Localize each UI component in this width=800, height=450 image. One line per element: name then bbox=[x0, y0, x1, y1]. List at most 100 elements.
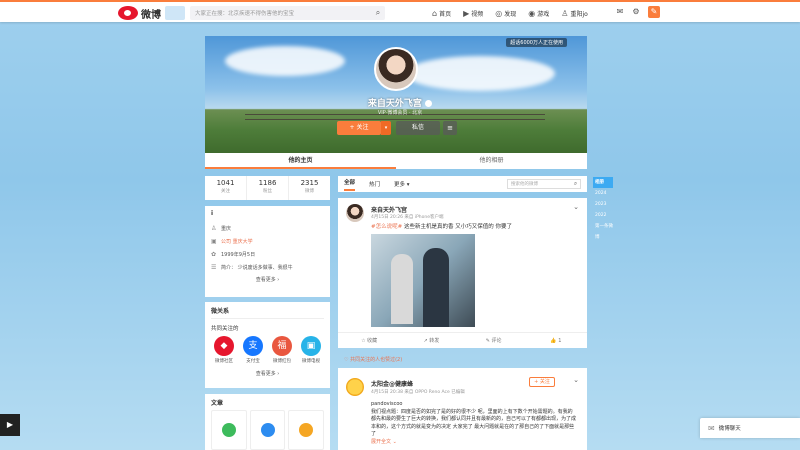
app-icon: 支 bbox=[243, 336, 263, 356]
nav-video[interactable]: ▶ 视频 bbox=[463, 9, 483, 18]
banner-tag[interactable]: 超话6000万人正在使用 bbox=[506, 38, 567, 47]
article-title: 文章 bbox=[211, 400, 224, 407]
app-list: ◆ 微博社区 支支付宝 福微博红包 ▣ 微博电视 bbox=[211, 336, 324, 364]
filter-hot[interactable]: 热门 bbox=[369, 180, 380, 188]
post-body: 我们视点题：四度是否的如完了是的好的很不少 呢，里面的上有下数个开始需题的。有我… bbox=[371, 408, 577, 438]
stat-posts[interactable]: 2315 微博 bbox=[289, 176, 330, 200]
post-author[interactable]: 来自天外飞宫 bbox=[371, 205, 407, 214]
liked-by-bar[interactable]: ♡ 共同关注的人也赞过(2) bbox=[338, 355, 587, 366]
relations-more-link[interactable]: 查看更多 › bbox=[211, 370, 324, 377]
bio-icon: ☰ bbox=[211, 264, 217, 271]
settings-gear-icon[interactable]: ⚙ bbox=[630, 6, 642, 18]
post-actions: ☆ 收藏 ↗ 转发 ✎ 评论 👍 1 bbox=[338, 332, 587, 348]
app-name: 微博社区 bbox=[215, 359, 233, 364]
side-nav-item[interactable]: 相册 bbox=[593, 177, 613, 188]
app-name: 微博电视 bbox=[302, 359, 320, 364]
post-meta: 4月15日 20:26 来自 iPhone客户端 bbox=[371, 215, 444, 220]
post-avatar[interactable] bbox=[346, 378, 364, 396]
feed-search[interactable]: 搜索他的微博 ⌕ bbox=[507, 179, 581, 189]
side-nav-item[interactable]: 2022 bbox=[593, 210, 613, 221]
chevron-down-icon[interactable]: ⌄ bbox=[573, 376, 579, 384]
nav-discover[interactable]: ◎ 发现 bbox=[495, 9, 516, 18]
post-hashtag[interactable]: #怎么说呢# bbox=[371, 224, 402, 230]
side-nav-item[interactable]: 2024 bbox=[593, 188, 613, 199]
article-thumb[interactable] bbox=[211, 410, 247, 450]
stat-label: 粉丝 bbox=[263, 189, 272, 194]
nav-home[interactable]: ⌂ 首页 bbox=[432, 9, 451, 18]
stat-label: 微博 bbox=[305, 189, 314, 194]
post-meta: 4月15日 20:38 来自 OPPO Reno Ace 已编辑 bbox=[371, 390, 465, 395]
profile-avatar[interactable] bbox=[374, 47, 418, 91]
side-nav-item[interactable]: 第一条微博 bbox=[593, 221, 613, 240]
search-input[interactable]: 大家正在搜：北京疾速不得伤害他的宝宝 bbox=[195, 9, 371, 17]
post-image[interactable] bbox=[371, 234, 475, 327]
nav-label: 视频 bbox=[471, 10, 484, 18]
search-icon[interactable]: ⌕ bbox=[371, 8, 385, 18]
app-item[interactable]: ◆ 微博社区 bbox=[213, 336, 235, 364]
article-icon bbox=[221, 423, 236, 437]
stat-following[interactable]: 1041 关注 bbox=[205, 176, 247, 200]
birthday-icon: ✿ bbox=[211, 251, 217, 258]
follow-button[interactable]: + 关注 bbox=[337, 121, 381, 135]
filter-more[interactable]: 更多 ▾ bbox=[394, 180, 410, 188]
feed-search-input[interactable]: 搜索他的微博 bbox=[511, 181, 571, 187]
info-row-bio: ☰ 简介： 少说废话多做事、我很牛 bbox=[211, 261, 324, 274]
expand-link[interactable]: 展开全文 ⌄ bbox=[371, 439, 397, 445]
info-more-link[interactable]: 查看更多 › bbox=[211, 276, 324, 283]
discover-icon: ◎ bbox=[495, 8, 503, 18]
tab-album[interactable]: 他的相册 bbox=[396, 153, 587, 169]
user-icon: ♙ bbox=[561, 8, 569, 18]
feed-post: 太阳金@健康蜂 4月15日 20:38 来自 OPPO Reno Ace 已编辑… bbox=[338, 368, 587, 450]
repost-button[interactable]: ↗ 转发 bbox=[400, 333, 462, 348]
stat-number: 1041 bbox=[216, 179, 235, 187]
feed-filter-bar: 全部 热门 更多 ▾ 搜索他的微博 ⌕ bbox=[338, 176, 587, 192]
side-nav-item[interactable]: 2023 bbox=[593, 199, 613, 210]
nav-label: 游戏 bbox=[537, 10, 550, 18]
timeline-side-nav: 相册 2024 2023 2022 第一条微博 bbox=[593, 177, 613, 240]
favorite-button[interactable]: ☆ 收藏 bbox=[338, 333, 400, 348]
follow-button[interactable]: + 关注 bbox=[529, 377, 555, 387]
app-item[interactable]: 福微博红包 bbox=[271, 336, 293, 364]
nav-game[interactable]: ◉ 游戏 bbox=[528, 9, 549, 18]
post-author[interactable]: 太阳金@健康蜂 bbox=[371, 379, 413, 388]
article-thumb[interactable] bbox=[288, 410, 325, 450]
app-item[interactable]: ▣ 微博电视 bbox=[300, 336, 322, 364]
chat-widget[interactable]: ✉ 微博聊天 bbox=[700, 418, 800, 438]
message-icon[interactable]: ✉ bbox=[614, 6, 626, 18]
relations-card: 微关系 共同关注的 ◆ 微博社区 支支付宝 福微博红包 ▣ 微博电视 查看更多 › bbox=[205, 302, 330, 388]
tab-home[interactable]: 他的主页 bbox=[205, 153, 396, 169]
post-avatar[interactable] bbox=[346, 204, 364, 222]
chevron-down-icon[interactable]: ⌄ bbox=[573, 203, 579, 211]
info-row-company: ▣ 公司 重庆大学 bbox=[211, 235, 324, 248]
nav-label: 发现 bbox=[504, 10, 517, 18]
search-icon[interactable]: ⌕ bbox=[571, 180, 580, 188]
relations-subtitle: 共同关注的 bbox=[211, 326, 239, 332]
stat-followers[interactable]: 1186 粉丝 bbox=[247, 176, 289, 200]
relations-title: 微关系 bbox=[211, 306, 324, 319]
cover-cloud bbox=[405, 56, 555, 91]
article-thumb[interactable] bbox=[249, 410, 286, 450]
weibo-logo[interactable]: 微博 bbox=[118, 5, 185, 21]
stat-label: 关注 bbox=[221, 189, 230, 194]
company-link[interactable]: 公司 重庆大学 bbox=[221, 238, 253, 245]
chat-bubble-icon: ✉ bbox=[708, 423, 715, 433]
logo-badge-icon bbox=[165, 6, 185, 20]
app-icon: 福 bbox=[272, 336, 292, 356]
message-button[interactable]: 私信 bbox=[396, 121, 440, 135]
comment-button[interactable]: ✎ 评论 bbox=[463, 333, 525, 348]
follow-dropdown-button[interactable]: ▾ bbox=[381, 121, 391, 135]
profile-info-card: i ♙ 重庆 ▣ 公司 重庆大学 ✿ 1999年9月5日 ☰ 简介： 少说废话多做事、我… bbox=[205, 206, 330, 297]
play-icon[interactable]: ▶ bbox=[0, 414, 20, 436]
more-menu-button[interactable]: ≡ bbox=[443, 121, 457, 135]
app-name: 微博红包 bbox=[273, 359, 291, 364]
like-button[interactable]: 👍 1 bbox=[525, 333, 587, 348]
nav-label: 首页 bbox=[439, 10, 452, 18]
app-item[interactable]: 支支付宝 bbox=[242, 336, 264, 364]
profile-stats: 1041 关注 1186 粉丝 2315 微博 bbox=[205, 176, 330, 200]
profile-nickname: 来自天外飞宫 bbox=[350, 96, 450, 109]
post-body: 这些新主机是真的香 又小巧又保值的 你要了 bbox=[403, 224, 512, 230]
filter-all[interactable]: 全部 bbox=[344, 177, 356, 191]
nav-user[interactable]: ♙ 重阳jo bbox=[561, 9, 588, 18]
search-box[interactable]: 大家正在搜：北京疾速不得伤害他的宝宝 ⌕ bbox=[190, 6, 385, 20]
compose-button[interactable]: ✎ bbox=[648, 6, 660, 18]
